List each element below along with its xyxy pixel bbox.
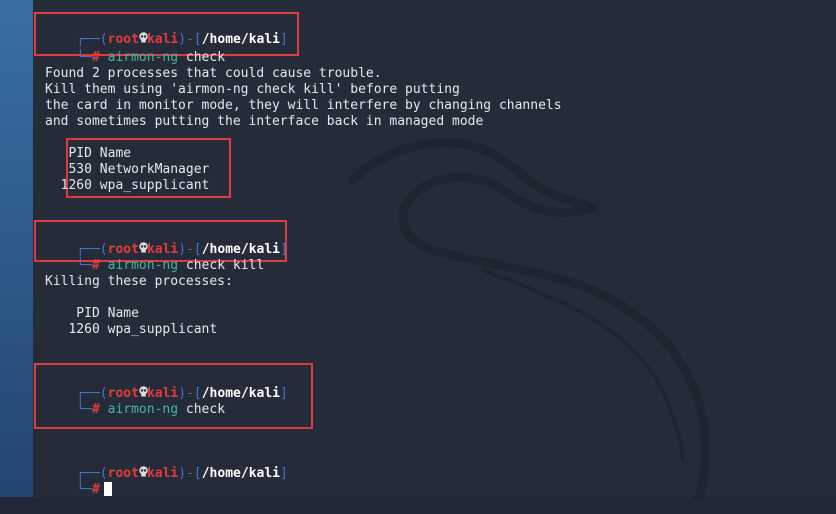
skull-icon bbox=[139, 466, 148, 477]
kali-dragon-watermark bbox=[348, 138, 710, 500]
prompt-bottom: └─ bbox=[76, 402, 92, 417]
prompt-hash: # bbox=[91, 258, 100, 273]
process-table-row: 530 NetworkManager bbox=[45, 162, 210, 177]
terminal-window[interactable]: ┌──(root kali)-[/home/kali] └─# airmon-ng… bbox=[33, 0, 836, 500]
process-table-header: PID Name bbox=[45, 306, 139, 321]
prompt-bottom: └─ bbox=[76, 482, 92, 497]
command-tool: airmon-ng bbox=[107, 258, 179, 273]
prompt-sep: )-[ bbox=[178, 466, 202, 481]
process-table-row: 1260 wpa_supplicant bbox=[45, 322, 218, 337]
prompt-hash: # bbox=[91, 50, 100, 65]
output-line: Found 2 processes that could cause troub… bbox=[45, 66, 382, 81]
output-line: Kill them using 'airmon-ng check kill' b… bbox=[45, 82, 460, 97]
process-table-header: PID Name bbox=[45, 146, 132, 161]
command-line-3: └─# airmon-ng check bbox=[45, 386, 225, 417]
process-table-row: 1260 wpa_supplicant bbox=[45, 178, 210, 193]
prompt-hash: # bbox=[91, 402, 100, 417]
command-line-2: └─# airmon-ng check kill bbox=[45, 242, 264, 273]
command-args: check bbox=[185, 402, 226, 417]
command-tool: airmon-ng bbox=[107, 50, 179, 65]
command-args: check kill bbox=[185, 258, 265, 273]
command-args: check bbox=[185, 50, 226, 65]
command-line-1: └─# airmon-ng check bbox=[45, 34, 225, 65]
prompt-end: ] bbox=[280, 242, 288, 257]
output-line: and sometimes putting the interface back… bbox=[45, 114, 484, 129]
prompt-line-2: ┌──(root kali)-[/home/kali] bbox=[45, 226, 288, 257]
prompt-end: ] bbox=[280, 386, 288, 401]
output-line: Killing these processes: bbox=[45, 274, 233, 289]
prompt-user: root bbox=[107, 466, 139, 481]
prompt-bottom: └─ bbox=[76, 50, 92, 65]
command-line-input[interactable]: └─# bbox=[45, 466, 112, 497]
prompt-hash: # bbox=[91, 482, 100, 497]
prompt-line-3: ┌──(root kali)-[/home/kali] bbox=[45, 370, 288, 401]
prompt-end: ] bbox=[280, 466, 288, 481]
prompt-host: kali bbox=[146, 466, 179, 481]
prompt-bottom: └─ bbox=[76, 258, 92, 273]
output-line: the card in monitor mode, they will inte… bbox=[45, 98, 562, 113]
prompt-line-1: ┌──(root kali)-[/home/kali] bbox=[45, 16, 288, 47]
prompt-path: /home/kali bbox=[201, 466, 281, 481]
text-cursor[interactable] bbox=[103, 482, 112, 496]
prompt-line-4: ┌──(root kali)-[/home/kali] bbox=[45, 450, 288, 481]
command-tool: airmon-ng bbox=[107, 402, 179, 417]
prompt-end: ] bbox=[280, 32, 288, 47]
desktop-side-strip bbox=[0, 0, 33, 497]
